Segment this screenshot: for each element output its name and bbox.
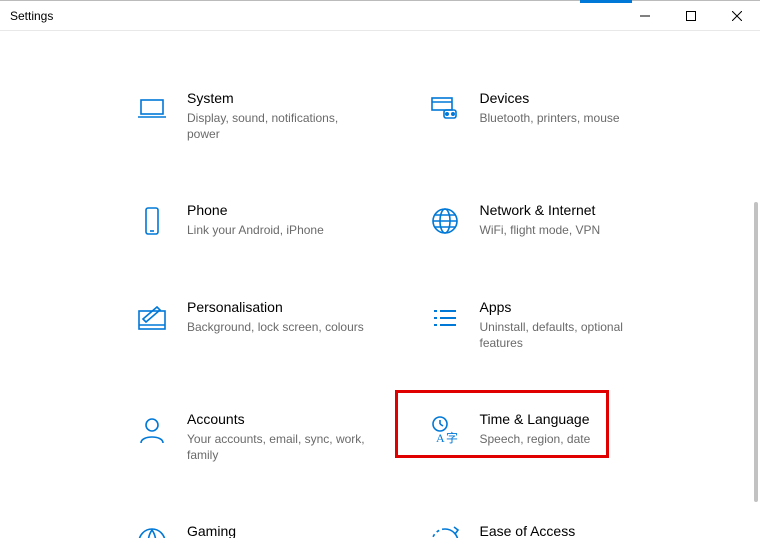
category-desc: Your accounts, email, sync, work, family	[187, 431, 367, 463]
laptop-icon	[135, 92, 169, 126]
accent-strip	[580, 0, 632, 3]
paintbrush-icon	[135, 301, 169, 335]
category-title: Ease of Access	[480, 523, 576, 538]
categories-grid: System Display, sound, notifications, po…	[0, 32, 760, 538]
gaming-icon	[135, 525, 169, 538]
category-title: Gaming	[187, 523, 236, 538]
list-icon	[428, 301, 462, 335]
svg-text:字: 字	[446, 430, 458, 445]
category-title: Personalisation	[187, 299, 364, 315]
phone-icon	[135, 204, 169, 238]
window-title: Settings	[10, 9, 53, 23]
category-desc: Uninstall, defaults, optional features	[480, 319, 660, 351]
category-desc: Speech, region, date	[480, 431, 591, 447]
ease-of-access-icon	[428, 525, 462, 538]
category-time-language[interactable]: A 字 Time & Language Speech, region, date	[428, 411, 721, 463]
category-apps[interactable]: Apps Uninstall, defaults, optional featu…	[428, 299, 721, 351]
titlebar: Settings	[0, 1, 760, 31]
category-devices[interactable]: Devices Bluetooth, printers, mouse	[428, 90, 721, 142]
category-title: Devices	[480, 90, 620, 106]
category-title: Time & Language	[480, 411, 591, 427]
window-controls	[622, 1, 760, 31]
category-desc: Display, sound, notifications, power	[187, 110, 367, 142]
devices-icon	[428, 92, 462, 126]
scroll-area[interactable]: System Display, sound, notifications, po…	[0, 32, 760, 538]
maximize-button[interactable]	[668, 1, 714, 31]
category-ease-of-access[interactable]: Ease of Access	[428, 523, 721, 538]
category-title: Phone	[187, 202, 324, 218]
category-desc: Background, lock screen, colours	[187, 319, 364, 335]
category-gaming[interactable]: Gaming	[135, 523, 428, 538]
category-title: System	[187, 90, 367, 106]
person-icon	[135, 413, 169, 447]
category-title: Accounts	[187, 411, 367, 427]
close-button[interactable]	[714, 1, 760, 31]
category-network[interactable]: Network & Internet WiFi, flight mode, VP…	[428, 202, 721, 238]
category-phone[interactable]: Phone Link your Android, iPhone	[135, 202, 428, 238]
globe-icon	[428, 204, 462, 238]
time-language-icon: A 字	[428, 413, 462, 447]
category-title: Network & Internet	[480, 202, 601, 218]
category-system[interactable]: System Display, sound, notifications, po…	[135, 90, 428, 142]
category-desc: Bluetooth, printers, mouse	[480, 110, 620, 126]
category-title: Apps	[480, 299, 660, 315]
category-desc: WiFi, flight mode, VPN	[480, 222, 601, 238]
vertical-scrollbar[interactable]	[754, 202, 758, 502]
category-personalisation[interactable]: Personalisation Background, lock screen,…	[135, 299, 428, 351]
minimize-button[interactable]	[622, 1, 668, 31]
svg-text:A: A	[436, 431, 445, 445]
content-area: System Display, sound, notifications, po…	[0, 32, 760, 538]
category-desc: Link your Android, iPhone	[187, 222, 324, 238]
category-accounts[interactable]: Accounts Your accounts, email, sync, wor…	[135, 411, 428, 463]
